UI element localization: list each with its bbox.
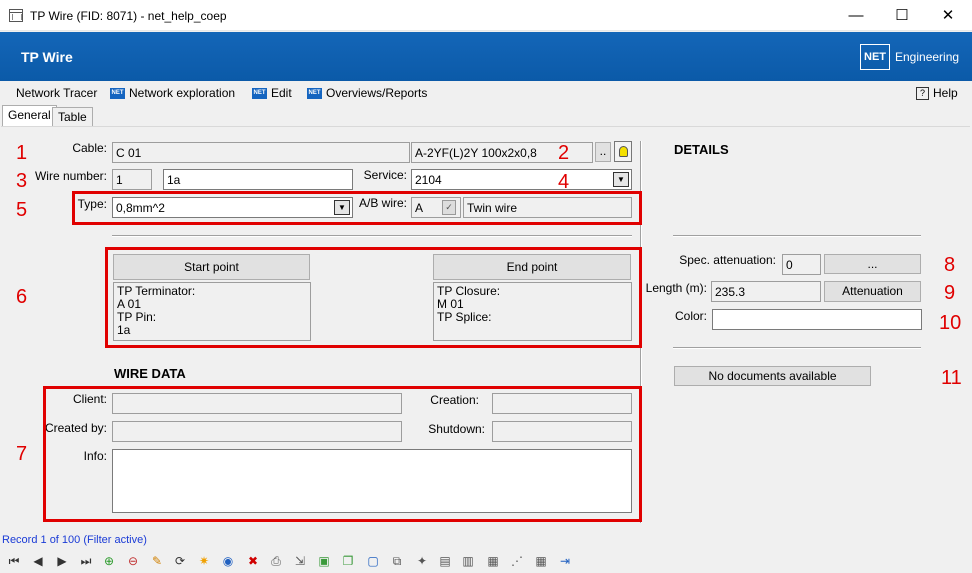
menu-label: Edit xyxy=(271,86,292,100)
net-logo: NET xyxy=(860,44,890,70)
prev-icon[interactable]: ◀ xyxy=(30,553,46,569)
net-icon: NET xyxy=(307,88,322,100)
menu-bar: Network Tracer NET Network exploration NE… xyxy=(0,82,972,104)
annotation-number-9: 9 xyxy=(944,282,956,304)
report3-icon[interactable]: ▦ xyxy=(485,553,501,569)
net-icon: NET xyxy=(110,88,125,100)
tab-strip: General Table xyxy=(0,105,972,127)
table-icon[interactable]: ▦ xyxy=(533,553,549,569)
wire-number-b-field[interactable]: 1a xyxy=(163,169,353,190)
next-icon[interactable]: ▶ xyxy=(54,553,70,569)
menu-network-exploration[interactable]: NET Network exploration xyxy=(110,86,235,100)
status-bar: Record 1 of 100 (Filter active) ⏮ ◀ ▶ ⏭ ⊕ ⊖ ✎ ⟳… xyxy=(0,532,972,573)
globe-icon[interactable]: ◉ xyxy=(220,553,236,569)
annotation-box-6 xyxy=(105,247,642,348)
wire-data-title: WIRE DATA xyxy=(114,366,186,381)
details-title: DETAILS xyxy=(674,142,729,157)
last-icon[interactable]: ⏭ xyxy=(78,553,94,569)
filter-add-icon[interactable]: ⊕ xyxy=(101,553,117,569)
spec-attenuation-button[interactable]: ... xyxy=(824,254,921,274)
divider xyxy=(673,235,921,237)
pencil-icon[interactable]: ✎ xyxy=(149,553,165,569)
menu-label: Network exploration xyxy=(129,86,236,100)
box-icon[interactable]: ▣ xyxy=(316,553,332,569)
menu-label: Overviews/Reports xyxy=(326,86,428,100)
tab-table[interactable]: Table xyxy=(52,107,93,127)
wire-number-label: Wire number: xyxy=(34,169,107,183)
length-label: Length (m): xyxy=(645,281,707,295)
network-icon[interactable]: ⋰ xyxy=(509,553,525,569)
select-icon[interactable]: ⇲ xyxy=(292,553,308,569)
menu-label: Help xyxy=(933,86,958,100)
wire-number-a-field[interactable]: 1 xyxy=(112,169,152,190)
tab-general[interactable]: General xyxy=(2,105,57,127)
new-icon[interactable]: ✦ xyxy=(414,553,430,569)
refresh-icon[interactable]: ⟳ xyxy=(172,553,188,569)
help-icon: ? xyxy=(916,87,929,101)
net-icon: NET xyxy=(252,88,267,100)
duplicate-icon[interactable]: ⧉ xyxy=(389,553,405,569)
attenuation-button[interactable]: Attenuation xyxy=(824,281,921,302)
color-field[interactable] xyxy=(712,309,922,330)
record-status: Record 1 of 100 (Filter active) xyxy=(2,534,147,546)
filter-remove-icon[interactable]: ⊖ xyxy=(125,553,141,569)
cable-browse-button[interactable]: .. xyxy=(595,142,611,162)
close-button[interactable]: ✕ xyxy=(938,6,958,26)
title-bar: TP Wire (FID: 8071) - net_help_coep — ☐ … xyxy=(0,0,972,31)
window-title: TP Wire (FID: 8071) - net_help_coep xyxy=(30,9,227,23)
cable-label: Cable: xyxy=(72,141,107,155)
annotation-number-10: 10 xyxy=(939,312,962,334)
brand-name: Engineering xyxy=(895,50,960,64)
annotation-number-6: 6 xyxy=(16,286,28,308)
annotation-number-1: 1 xyxy=(16,142,28,164)
divider xyxy=(673,347,921,349)
no-documents-button[interactable]: No documents available xyxy=(674,366,871,386)
annotation-number-8: 8 xyxy=(944,254,956,276)
cable-field[interactable]: C 01 xyxy=(112,142,410,163)
divider xyxy=(112,235,632,237)
window-icon xyxy=(9,9,23,22)
menu-help[interactable]: ? Help xyxy=(916,86,958,101)
report2-icon[interactable]: ▥ xyxy=(460,553,476,569)
form-content: Cable: C 01 A-2YF(L)2Y 100x2x0,8 .. Wire… xyxy=(1,126,970,531)
menu-network-tracer[interactable]: Network Tracer xyxy=(16,86,97,100)
maximize-button[interactable]: ☐ xyxy=(892,6,912,26)
menu-edit[interactable]: NET Edit xyxy=(252,86,292,100)
annotation-number-4: 4 xyxy=(558,171,570,193)
length-field[interactable]: 235.3 xyxy=(711,281,821,302)
spec-attenuation-field[interactable]: 0 xyxy=(782,254,821,275)
annotation-number-3: 3 xyxy=(16,170,28,192)
lightbulb-icon[interactable] xyxy=(614,141,632,162)
service-value: 2104 xyxy=(415,173,442,187)
menu-overviews-reports[interactable]: NET Overviews/Reports xyxy=(307,86,427,100)
copy-icon[interactable]: ❐ xyxy=(340,553,356,569)
annotation-number-2: 2 xyxy=(558,142,570,164)
annotation-number-5: 5 xyxy=(16,199,28,221)
annotation-number-11: 11 xyxy=(941,367,962,389)
annotation-number-7: 7 xyxy=(16,443,28,465)
annotation-box-5 xyxy=(72,191,642,225)
first-icon[interactable]: ⏮ xyxy=(6,553,22,569)
delete-icon[interactable]: ✖ xyxy=(245,553,261,569)
form-title: TP Wire xyxy=(21,49,73,65)
service-label: Service: xyxy=(363,168,407,182)
sun-icon[interactable]: ✷ xyxy=(196,553,212,569)
service-select[interactable]: 2104 ▼ xyxy=(411,169,632,190)
chevron-down-icon[interactable]: ▼ xyxy=(613,172,629,187)
minimize-button[interactable]: — xyxy=(846,6,866,26)
spec-attenuation-label: Spec. attenuation: xyxy=(679,253,776,267)
exit-icon[interactable]: ⇥ xyxy=(557,553,573,569)
color-label: Color: xyxy=(674,309,707,323)
annotation-box-7 xyxy=(43,386,642,522)
report-icon[interactable]: ▤ xyxy=(437,553,453,569)
header-banner: TP Wire NET Engineering xyxy=(0,32,972,81)
print-icon[interactable]: ⎙ xyxy=(268,553,284,569)
frame-icon[interactable]: ▢ xyxy=(365,553,381,569)
